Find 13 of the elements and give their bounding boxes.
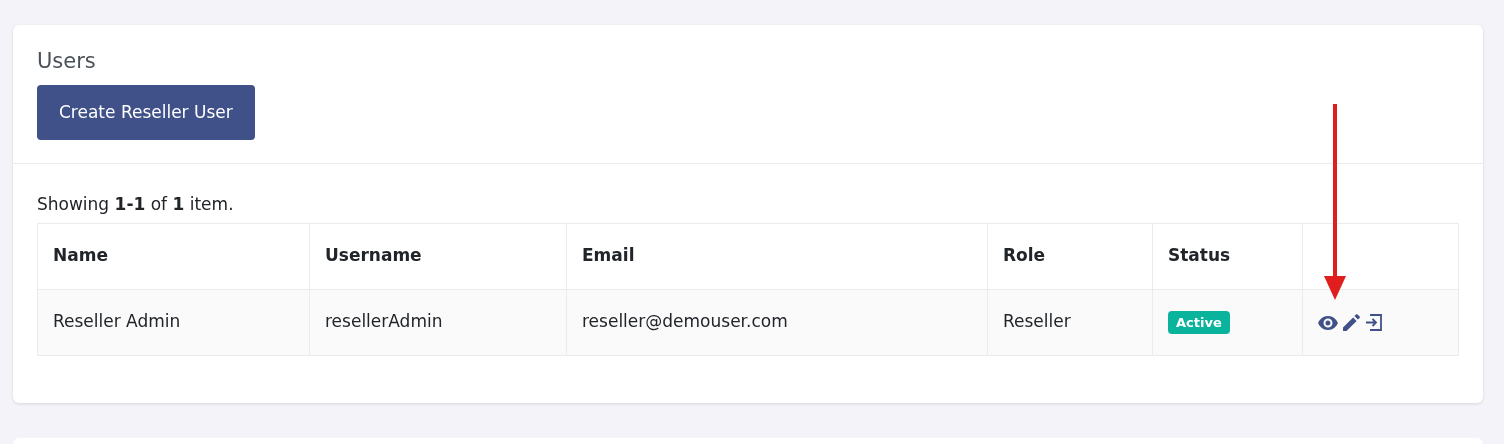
table-cell: Reseller Admin [37,289,310,356]
column-header: Name [37,223,310,290]
status-badge: Active [1168,311,1230,335]
table-cell: Reseller [987,289,1153,356]
column-header: Username [309,223,567,290]
table-cell: resellerAdmin [309,289,567,356]
column-header: Status [1152,223,1303,290]
table-cell: reseller@demouser.com [566,289,988,356]
column-header: Email [566,223,988,290]
create-reseller-user-button[interactable]: Create Reseller User [37,85,255,141]
card-title: Users [37,49,97,75]
summary-text: Showing 1-1 of 1 item. [37,193,235,217]
column-header: Role [987,223,1153,290]
